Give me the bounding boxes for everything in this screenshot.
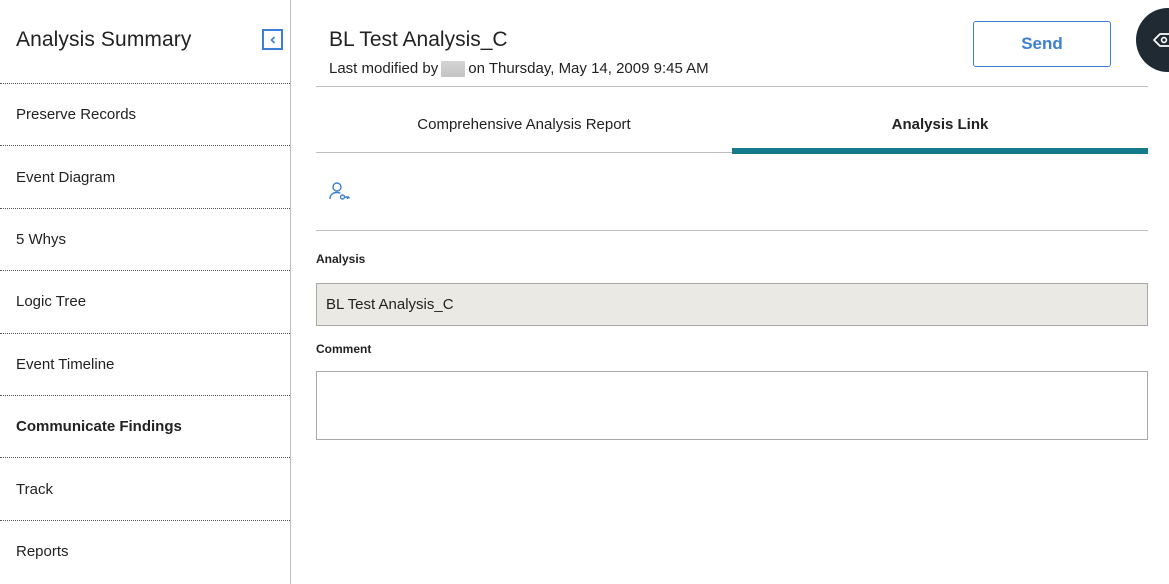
- sidebar: Analysis Summary Preserve Records Event …: [0, 0, 291, 584]
- user-key-icon: [329, 182, 350, 200]
- last-modified-line: Last modified by on Thursday, May 14, 20…: [329, 60, 709, 77]
- sidebar-item-5-whys[interactable]: 5 Whys: [0, 209, 290, 272]
- sidebar-item-reports[interactable]: Reports: [0, 521, 290, 583]
- floating-action-button[interactable]: [1136, 8, 1169, 72]
- modified-suffix: on Thursday, May 14, 2009 9:45 AM: [468, 60, 709, 77]
- tab-analysis-link[interactable]: Analysis Link: [732, 95, 1148, 154]
- sidebar-item-preserve-records[interactable]: Preserve Records: [0, 84, 290, 147]
- tab-bar: Comprehensive Analysis Report Analysis L…: [316, 95, 1148, 154]
- comment-field-label: Comment: [316, 342, 372, 356]
- user-key-button[interactable]: [328, 180, 352, 204]
- tab-comprehensive-analysis-report[interactable]: Comprehensive Analysis Report: [316, 95, 732, 153]
- sidebar-item-logic-tree[interactable]: Logic Tree: [0, 271, 290, 334]
- header-divider: [316, 86, 1148, 87]
- sidebar-item-event-timeline[interactable]: Event Timeline: [0, 334, 290, 396]
- sidebar-nav: Preserve Records Event Diagram 5 Whys Lo…: [0, 84, 290, 583]
- collapse-sidebar-button[interactable]: [262, 29, 283, 50]
- modified-prefix: Last modified by: [329, 60, 439, 77]
- redacted-user-name: [441, 60, 466, 77]
- chevron-left-icon: [269, 35, 275, 44]
- sidebar-title: Analysis Summary: [16, 28, 192, 51]
- sidebar-item-event-diagram[interactable]: Event Diagram: [0, 146, 290, 209]
- comment-field[interactable]: [316, 371, 1148, 440]
- analysis-field: BL Test Analysis_C: [316, 283, 1148, 326]
- main-panel: BL Test Analysis_C Last modified by on T…: [292, 0, 1169, 584]
- send-button[interactable]: Send: [973, 21, 1111, 67]
- app-window: Analysis Summary Preserve Records Event …: [0, 0, 1169, 584]
- analysis-field-value: BL Test Analysis_C: [326, 296, 454, 313]
- eye-tag-icon: [1153, 33, 1169, 47]
- record-title: BL Test Analysis_C: [329, 28, 508, 51]
- analysis-field-label: Analysis: [316, 252, 366, 266]
- sidebar-item-communicate-findings[interactable]: Communicate Findings: [0, 396, 290, 459]
- sidebar-item-track[interactable]: Track: [0, 458, 290, 521]
- toolbar-divider: [316, 230, 1148, 231]
- sidebar-header: Analysis Summary: [0, 0, 290, 84]
